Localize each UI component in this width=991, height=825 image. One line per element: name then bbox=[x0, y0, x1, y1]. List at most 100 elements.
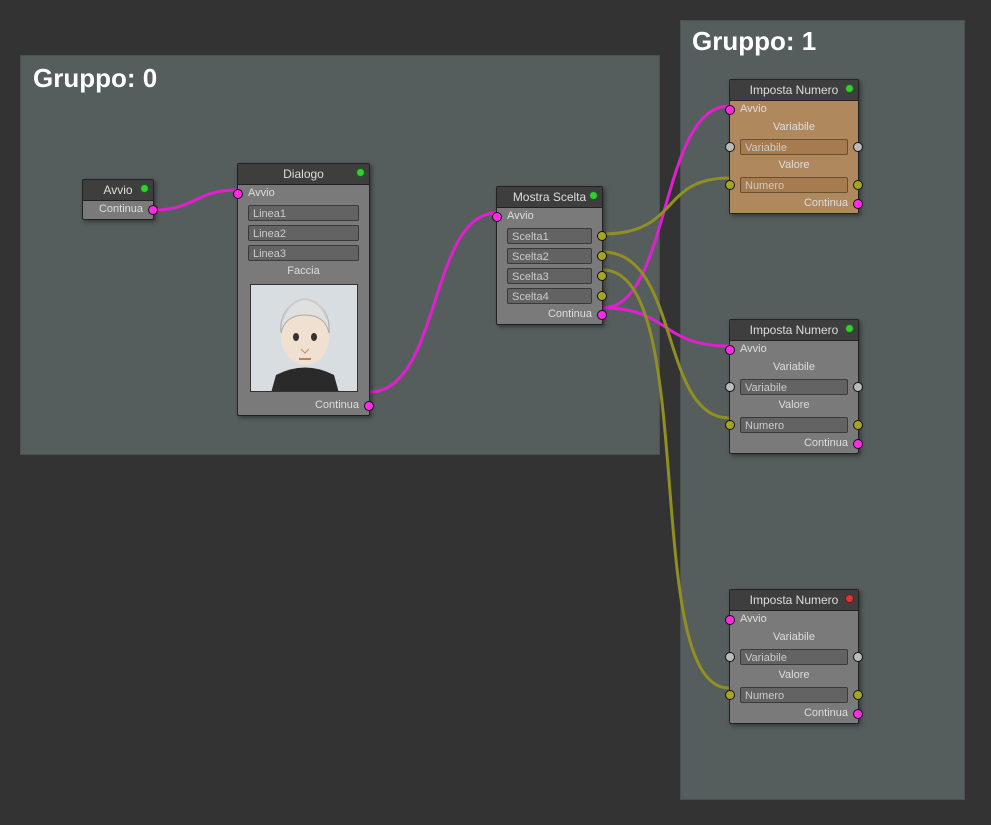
node-imposta-numero-2[interactable]: Imposta Numero Avvio Variabile Variabile… bbox=[729, 319, 859, 454]
node-avvio-title: Avvio bbox=[103, 183, 132, 197]
socket-out-icon[interactable] bbox=[853, 199, 863, 209]
node-imposta-numero-1[interactable]: Imposta Numero Avvio Variabile Variabile… bbox=[729, 79, 859, 214]
imposta2-avvio-label: Avvio bbox=[740, 343, 767, 355]
socket-out-icon[interactable] bbox=[853, 709, 863, 719]
socket-in-icon[interactable] bbox=[725, 180, 735, 190]
imposta3-variabile-section: Variabile bbox=[730, 629, 858, 647]
imposta3-variabile-input-row: Variabile bbox=[730, 647, 858, 667]
imposta1-variabile-section: Variabile bbox=[730, 119, 858, 137]
dialogo-linea1-row: Linea1 bbox=[238, 203, 369, 223]
imposta3-numero-input-row: Numero bbox=[730, 685, 858, 705]
imposta1-continua-label: Continua bbox=[804, 197, 848, 209]
socket-out-icon[interactable] bbox=[148, 205, 158, 215]
node-dialogo[interactable]: Dialogo Avvio Linea1 Linea2 Linea3 Facci… bbox=[237, 163, 370, 416]
imposta1-variabile-input-row: Variabile bbox=[730, 137, 858, 157]
dialogo-linea2-row: Linea2 bbox=[238, 223, 369, 243]
mostra-avvio-label: Avvio bbox=[507, 210, 534, 222]
dialogo-linea2-input[interactable]: Linea2 bbox=[248, 225, 359, 241]
status-dot-icon bbox=[356, 168, 365, 177]
imposta3-continua-row: Continua bbox=[730, 705, 858, 723]
socket-in-icon[interactable] bbox=[725, 690, 735, 700]
socket-out-icon[interactable] bbox=[853, 180, 863, 190]
status-dot-icon bbox=[845, 84, 854, 93]
socket-out-icon[interactable] bbox=[597, 310, 607, 320]
group-0-title: Gruppo: 0 bbox=[33, 63, 157, 94]
socket-out-icon[interactable] bbox=[853, 382, 863, 392]
imposta1-avvio-label: Avvio bbox=[740, 103, 767, 115]
socket-in-icon[interactable] bbox=[725, 420, 735, 430]
imposta1-continua-row: Continua bbox=[730, 195, 858, 213]
dialogo-continua-row: Continua bbox=[238, 397, 369, 415]
socket-out-icon[interactable] bbox=[597, 291, 607, 301]
dialogo-faccia-label: Faccia bbox=[238, 263, 369, 281]
socket-in-icon[interactable] bbox=[725, 382, 735, 392]
imposta1-numero-input[interactable]: Numero bbox=[740, 177, 848, 193]
imposta3-avvio-row: Avvio bbox=[730, 611, 858, 629]
mostra-scelta4-input[interactable]: Scelta4 bbox=[507, 288, 592, 304]
mostra-scelta1-row: Scelta1 bbox=[497, 226, 602, 246]
imposta2-avvio-row: Avvio bbox=[730, 341, 858, 359]
node-dialogo-title: Dialogo bbox=[283, 167, 324, 181]
imposta2-variabile-input[interactable]: Variabile bbox=[740, 379, 848, 395]
dialogo-linea3-input[interactable]: Linea3 bbox=[248, 245, 359, 261]
socket-in-icon[interactable] bbox=[725, 105, 735, 115]
imposta2-numero-input-row: Numero bbox=[730, 415, 858, 435]
imposta3-continua-label: Continua bbox=[804, 707, 848, 719]
dialogo-linea1-input[interactable]: Linea1 bbox=[248, 205, 359, 221]
imposta3-numero-input[interactable]: Numero bbox=[740, 687, 848, 703]
imposta1-avvio-row: Avvio bbox=[730, 101, 858, 119]
node-imposta1-title: Imposta Numero bbox=[750, 83, 839, 97]
mostra-continua-row: Continua bbox=[497, 306, 602, 324]
socket-out-icon[interactable] bbox=[853, 690, 863, 700]
node-imposta-numero-3[interactable]: Imposta Numero Avvio Variabile Variabile… bbox=[729, 589, 859, 724]
dialogo-continua-label: Continua bbox=[315, 399, 359, 411]
node-imposta3-title: Imposta Numero bbox=[750, 593, 839, 607]
socket-out-icon[interactable] bbox=[597, 231, 607, 241]
imposta1-variabile-input[interactable]: Variabile bbox=[740, 139, 848, 155]
socket-in-icon[interactable] bbox=[725, 345, 735, 355]
avvio-continua-label: Continua bbox=[99, 203, 143, 215]
socket-out-icon[interactable] bbox=[853, 420, 863, 430]
dialogo-avvio-row: Avvio bbox=[238, 185, 369, 203]
imposta3-valore-section: Valore bbox=[730, 667, 858, 685]
node-avvio[interactable]: Avvio Continua bbox=[82, 179, 154, 220]
socket-out-icon[interactable] bbox=[853, 142, 863, 152]
socket-in-icon[interactable] bbox=[725, 142, 735, 152]
node-mostra-title: Mostra Scelta bbox=[513, 190, 586, 204]
imposta2-variabile-input-row: Variabile bbox=[730, 377, 858, 397]
node-mostra-scelta[interactable]: Mostra Scelta Avvio Scelta1 Scelta2 Scel… bbox=[496, 186, 603, 325]
imposta1-numero-input-row: Numero bbox=[730, 175, 858, 195]
mostra-scelta2-input[interactable]: Scelta2 bbox=[507, 248, 592, 264]
socket-out-icon[interactable] bbox=[853, 439, 863, 449]
socket-out-icon[interactable] bbox=[364, 401, 374, 411]
status-dot-icon bbox=[845, 594, 854, 603]
group-1-title: Gruppo: 1 bbox=[692, 26, 816, 57]
socket-out-icon[interactable] bbox=[597, 251, 607, 261]
imposta2-variabile-section: Variabile bbox=[730, 359, 858, 377]
imposta2-numero-input[interactable]: Numero bbox=[740, 417, 848, 433]
socket-in-icon[interactable] bbox=[233, 189, 243, 199]
imposta2-continua-label: Continua bbox=[804, 437, 848, 449]
socket-out-icon[interactable] bbox=[853, 652, 863, 662]
status-dot-icon bbox=[140, 184, 149, 193]
node-imposta2-title: Imposta Numero bbox=[750, 323, 839, 337]
imposta1-valore-section: Valore bbox=[730, 157, 858, 175]
mostra-avvio-row: Avvio bbox=[497, 208, 602, 226]
face-image[interactable] bbox=[250, 284, 358, 392]
socket-out-icon[interactable] bbox=[597, 271, 607, 281]
mostra-scelta3-row: Scelta3 bbox=[497, 266, 602, 286]
avvio-continua-row: Continua bbox=[83, 201, 153, 219]
mostra-scelta1-input[interactable]: Scelta1 bbox=[507, 228, 592, 244]
status-dot-icon bbox=[845, 324, 854, 333]
imposta2-valore-section: Valore bbox=[730, 397, 858, 415]
socket-in-icon[interactable] bbox=[725, 615, 735, 625]
mostra-scelta3-input[interactable]: Scelta3 bbox=[507, 268, 592, 284]
socket-in-icon[interactable] bbox=[492, 212, 502, 222]
imposta3-variabile-input[interactable]: Variabile bbox=[740, 649, 848, 665]
socket-in-icon[interactable] bbox=[725, 652, 735, 662]
imposta3-avvio-label: Avvio bbox=[740, 613, 767, 625]
dialogo-avvio-label: Avvio bbox=[248, 187, 275, 199]
status-dot-icon bbox=[589, 191, 598, 200]
mostra-continua-label: Continua bbox=[548, 308, 592, 320]
mostra-scelta2-row: Scelta2 bbox=[497, 246, 602, 266]
